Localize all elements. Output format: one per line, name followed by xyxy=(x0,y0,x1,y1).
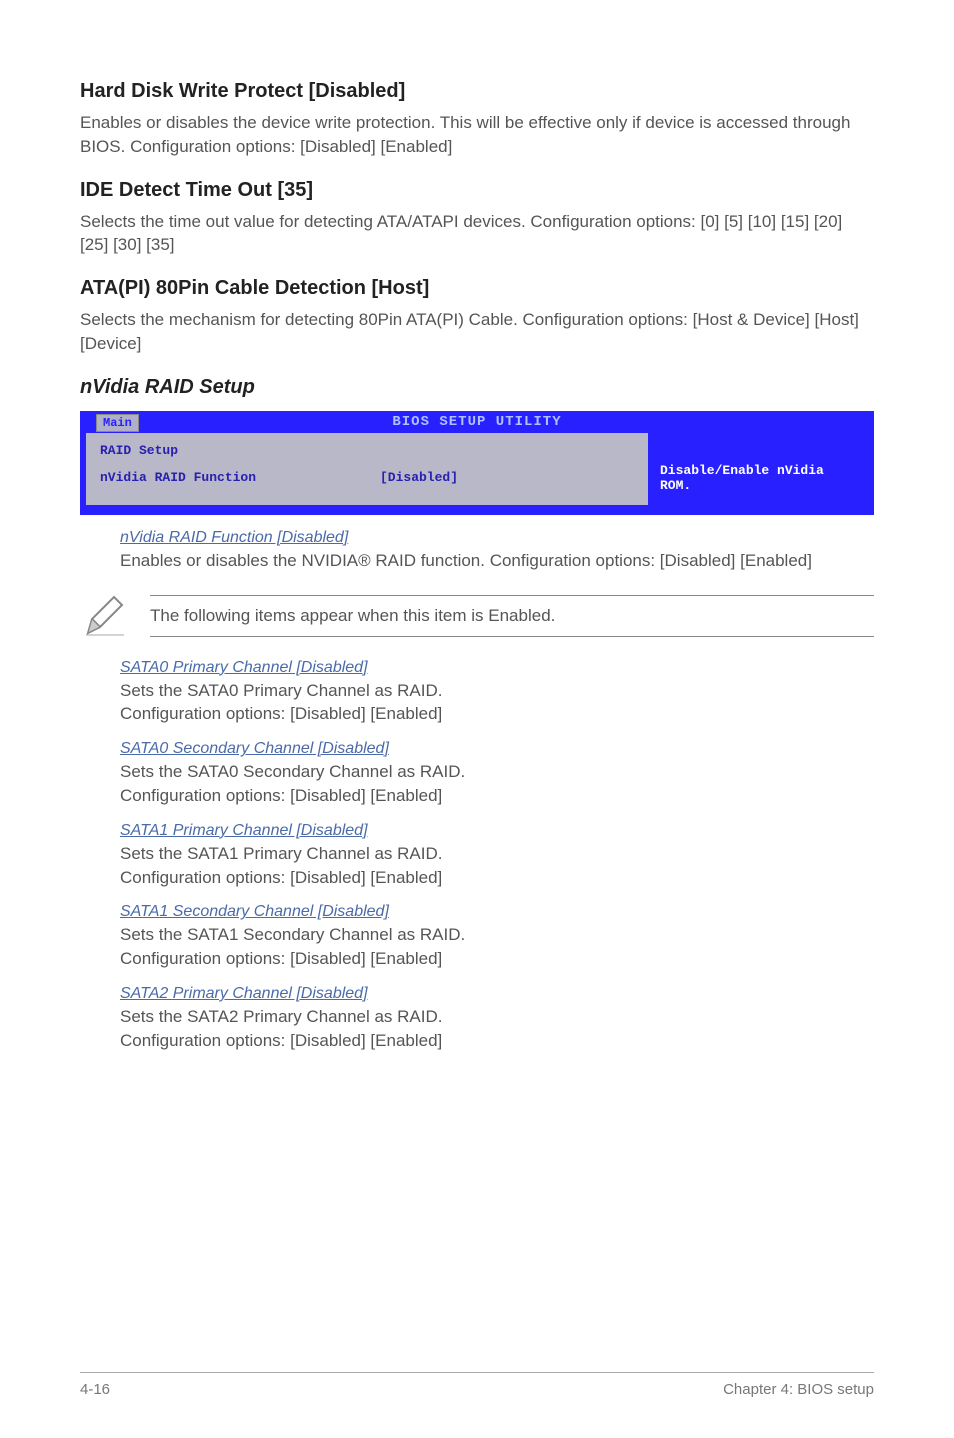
item-nvidia-raid-function-body: Enables or disables the NVIDIA® RAID fun… xyxy=(120,549,874,573)
item-sata0-primary-line1: Sets the SATA0 Primary Channel as RAID. xyxy=(120,681,443,700)
item-sata0-secondary-line2: Configuration options: [Disabled] [Enabl… xyxy=(120,786,442,805)
heading-ide-detect-time-out: IDE Detect Time Out [35] xyxy=(80,179,874,202)
note-text: The following items appear when this ite… xyxy=(150,606,555,625)
chapter-label: Chapter 4: BIOS setup xyxy=(723,1381,874,1398)
item-nvidia-raid-function-title: nVidia RAID Function [Disabled] xyxy=(120,529,874,547)
page-footer: 4-16 Chapter 4: BIOS setup xyxy=(80,1372,874,1398)
item-sata2-primary-line1: Sets the SATA2 Primary Channel as RAID. xyxy=(120,1007,443,1026)
item-sata0-secondary-line1: Sets the SATA0 Secondary Channel as RAID… xyxy=(120,762,465,781)
bios-help-text: Disable/Enable nVidia ROM. xyxy=(660,463,824,493)
bios-tab-main: Main xyxy=(96,414,139,432)
bios-help-panel: Disable/Enable nVidia ROM. xyxy=(648,433,868,505)
body-ata-pi-80pin: Selects the mechanism for detecting 80Pi… xyxy=(80,308,874,356)
item-sata0-secondary-title: SATA0 Secondary Channel [Disabled] xyxy=(120,740,874,758)
heading-ata-pi-80pin: ATA(PI) 80Pin Cable Detection [Host] xyxy=(80,277,874,300)
body-hard-disk-write-protect: Enables or disables the device write pro… xyxy=(80,111,874,159)
item-sata2-primary-title: SATA2 Primary Channel [Disabled] xyxy=(120,985,874,1003)
bios-nvidia-raid-function-label: nVidia RAID Function xyxy=(100,470,380,485)
note-row: The following items appear when this ite… xyxy=(80,591,874,641)
page-number: 4-16 xyxy=(80,1381,110,1398)
body-ide-detect-time-out: Selects the time out value for detecting… xyxy=(80,210,874,258)
bios-setup-box: Main BIOS SETUP UTILITY RAID Setup nVidi… xyxy=(80,411,874,515)
item-sata0-secondary-body: Sets the SATA0 Secondary Channel as RAID… xyxy=(120,760,874,808)
item-sata1-secondary-title: SATA1 Secondary Channel [Disabled] xyxy=(120,903,874,921)
bios-left-panel: RAID Setup nVidia RAID Function [Disable… xyxy=(86,433,648,505)
item-sata0-primary-line2: Configuration options: [Disabled] [Enabl… xyxy=(120,704,442,723)
item-sata1-secondary-line1: Sets the SATA1 Secondary Channel as RAID… xyxy=(120,925,465,944)
item-sata1-primary-line1: Sets the SATA1 Primary Channel as RAID. xyxy=(120,844,443,863)
item-sata1-primary-body: Sets the SATA1 Primary Channel as RAID. … xyxy=(120,842,874,890)
item-sata2-primary-line2: Configuration options: [Disabled] [Enabl… xyxy=(120,1031,442,1050)
item-sata1-secondary-line2: Configuration options: [Disabled] [Enabl… xyxy=(120,949,442,968)
bios-raid-setup-label: RAID Setup xyxy=(100,443,634,458)
heading-hard-disk-write-protect: Hard Disk Write Protect [Disabled] xyxy=(80,80,874,103)
item-sata2-primary-body: Sets the SATA2 Primary Channel as RAID. … xyxy=(120,1005,874,1053)
item-sata0-primary-title: SATA0 Primary Channel [Disabled] xyxy=(120,659,874,677)
item-sata0-primary-body: Sets the SATA0 Primary Channel as RAID. … xyxy=(120,679,874,727)
bios-title: BIOS SETUP UTILITY xyxy=(392,414,561,430)
pencil-note-icon xyxy=(80,591,130,641)
heading-nvidia-raid-setup: nVidia RAID Setup xyxy=(80,376,874,399)
bios-nvidia-raid-function-value: [Disabled] xyxy=(380,470,458,485)
item-sata1-primary-line2: Configuration options: [Disabled] [Enabl… xyxy=(120,868,442,887)
item-sata1-primary-title: SATA1 Primary Channel [Disabled] xyxy=(120,822,874,840)
item-sata1-secondary-body: Sets the SATA1 Secondary Channel as RAID… xyxy=(120,923,874,971)
